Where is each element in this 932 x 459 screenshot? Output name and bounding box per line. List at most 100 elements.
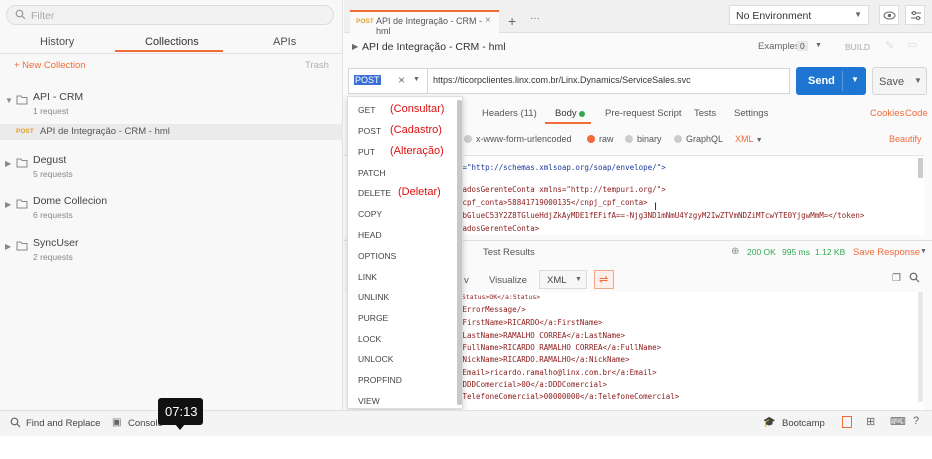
tab-body[interactable]: Body xyxy=(555,108,577,119)
radio-binary[interactable]: binary xyxy=(625,134,662,144)
method-option-patch[interactable]: PATCH xyxy=(358,168,386,178)
build-button[interactable]: BUILD xyxy=(845,42,870,52)
code-line: :LastName>RAMALHO CORREA</a:LastName> xyxy=(458,331,626,340)
tab-history[interactable]: History xyxy=(40,36,74,48)
code-line: :Status>OK</a:Status> xyxy=(458,293,541,301)
radio-graphql[interactable]: GraphQL xyxy=(674,134,723,144)
new-collection-button[interactable]: + New Collection xyxy=(14,60,86,71)
collection-count: 6 requests xyxy=(33,210,73,220)
code-line: :NickName>RICARDO.RAMALHO</a:NickName> xyxy=(458,355,630,364)
method-option-delete[interactable]: DELETE xyxy=(358,188,391,198)
method-option-options[interactable]: OPTIONS xyxy=(358,251,396,261)
method-option-unlock[interactable]: UNLOCK xyxy=(358,354,393,364)
scrollbar[interactable] xyxy=(918,158,923,178)
format-select[interactable]: XML ▼ xyxy=(735,134,763,144)
sliders-icon xyxy=(910,10,922,24)
method-option-unlink[interactable]: UNLINK xyxy=(358,292,389,302)
text-cursor-icon: I xyxy=(654,201,658,213)
tooltip-arrow xyxy=(175,424,185,430)
clear-icon[interactable]: × xyxy=(398,73,405,87)
method-option-copy[interactable]: COPY xyxy=(358,209,382,219)
code-line: :ErrorMessage/> xyxy=(458,305,526,314)
tab-apis[interactable]: APIs xyxy=(273,36,296,48)
collection-syncuser[interactable]: ▶ SyncUser 2 requests xyxy=(0,232,343,268)
keyboard-icon[interactable]: ⌨ xyxy=(890,415,906,428)
request-item[interactable]: POST API de Integração - CRM - hml xyxy=(0,124,343,140)
comment-icon[interactable]: ▭ xyxy=(907,38,917,51)
method-option-post[interactable]: POST xyxy=(358,126,381,136)
method-option-propfind[interactable]: PROPFIND xyxy=(358,375,402,385)
search-icon[interactable] xyxy=(909,272,920,286)
active-tab-indicator xyxy=(545,122,591,124)
collection-degust[interactable]: ▶ Degust 5 requests xyxy=(0,149,343,185)
tab-collections[interactable]: Collections xyxy=(145,36,199,48)
examples-label[interactable]: Examples xyxy=(758,41,800,52)
radio-raw[interactable]: raw xyxy=(587,134,614,144)
collection-api-crm[interactable]: ▼ API - CRM 1 request xyxy=(0,86,343,122)
request-tab[interactable]: POST API de Integração - CRM - hml × xyxy=(350,10,499,36)
tab-tests[interactable]: Tests xyxy=(694,108,716,119)
view-tab-pretty[interactable]: v xyxy=(464,275,469,286)
cookies-link[interactable]: Cookies xyxy=(870,108,904,119)
layout-icon[interactable]: ⊞ xyxy=(866,415,875,428)
save-response-button[interactable]: Save Response xyxy=(853,247,920,258)
method-option-link[interactable]: LINK xyxy=(358,272,377,282)
close-icon[interactable]: × xyxy=(485,15,491,26)
code-link[interactable]: Code xyxy=(905,108,928,119)
chevron-down-icon[interactable]: ▼ xyxy=(815,42,822,49)
radio-dot xyxy=(587,135,595,143)
format-value: XML xyxy=(547,275,567,286)
wrap-lines-button[interactable]: ⇌ xyxy=(594,270,614,289)
radio-label: raw xyxy=(599,134,614,144)
method-select[interactable]: POST × ▼ xyxy=(348,68,428,94)
chevron-down-icon: ▼ xyxy=(854,10,862,19)
trash-link[interactable]: Trash xyxy=(305,60,329,71)
bootcamp-button[interactable]: Bootcamp xyxy=(782,418,825,429)
more-tabs-icon[interactable]: ··· xyxy=(530,13,540,24)
radio-urlencoded[interactable]: x-www-form-urlencoded xyxy=(464,134,572,144)
send-label: Send xyxy=(808,75,835,87)
send-button[interactable]: Send ▼ xyxy=(796,67,866,95)
beautify-link[interactable]: Beautify xyxy=(889,134,922,144)
method-option-lock[interactable]: LOCK xyxy=(358,334,381,344)
tooltip-text: 07:13 xyxy=(165,404,198,419)
help-icon[interactable]: ? xyxy=(913,415,919,427)
code-line: :Email>ricardo.ramalho@linx.com.br</a:Em… xyxy=(458,368,657,377)
collapse-arrow-icon[interactable]: ▶ xyxy=(352,42,358,51)
url-input[interactable]: https://ticorpclientes.linx.com.br/Linx.… xyxy=(433,75,691,85)
two-pane-icon[interactable] xyxy=(842,416,852,428)
tab-pre-request[interactable]: Pre-request Script xyxy=(605,108,682,119)
method-option-get[interactable]: GET xyxy=(358,105,375,115)
new-tab-plus-icon[interactable]: + xyxy=(508,13,516,29)
tab-test-results[interactable]: Test Results xyxy=(483,247,535,258)
save-label: Save xyxy=(879,76,905,88)
filter-input[interactable]: Filter xyxy=(6,5,334,25)
tab-settings[interactable]: Settings xyxy=(734,108,768,119)
method-option-head[interactable]: HEAD xyxy=(358,230,382,240)
edit-icon[interactable]: ✎ xyxy=(885,39,894,52)
collection-name: Dome Collecion xyxy=(33,195,108,207)
folder-icon xyxy=(16,198,28,212)
annotation-get: (Consultar) xyxy=(390,103,445,115)
environment-value: No Environment xyxy=(736,10,812,22)
env-settings-button[interactable] xyxy=(905,5,925,25)
method-option-put[interactable]: PUT xyxy=(358,147,375,157)
code-line: >bGlueC53Y2Z8TGlueHdjZkAyMDE1fEFifA==-Nj… xyxy=(458,211,865,220)
response-size: 1.12 KB xyxy=(815,247,846,257)
tab-headers[interactable]: Headers (11) xyxy=(482,108,537,119)
annotation-post: (Cadastro) xyxy=(390,124,442,136)
save-button[interactable]: Save ▼ xyxy=(872,67,927,95)
find-replace-button[interactable]: Find and Replace xyxy=(26,418,100,429)
environment-select[interactable]: No Environment ▼ xyxy=(729,5,869,25)
eye-button[interactable] xyxy=(879,5,899,25)
scrollbar[interactable] xyxy=(918,292,923,402)
collection-dome[interactable]: ▶ Dome Collecion 6 requests xyxy=(0,190,343,226)
chevron-down-icon[interactable]: ▼ xyxy=(920,248,927,255)
chevron-down-icon: ▼ xyxy=(5,96,13,105)
method-option-purge[interactable]: PURGE xyxy=(358,313,388,323)
dropdown-scrollbar[interactable] xyxy=(457,100,462,405)
view-tab-visualize[interactable]: Visualize xyxy=(489,275,527,286)
copy-icon[interactable]: ❐ xyxy=(892,273,901,284)
response-format-select[interactable]: XML ▼ xyxy=(539,270,587,289)
method-option-view[interactable]: VIEW xyxy=(358,396,380,406)
